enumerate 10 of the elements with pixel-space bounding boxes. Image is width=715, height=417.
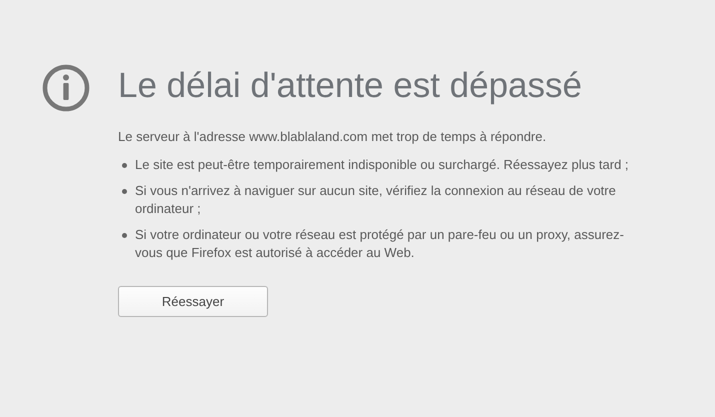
bullet-icon (122, 163, 127, 168)
suggestion-text: Le site est peut-être temporairement indisponible ou surchargé. Réessayez plus tard ; (135, 156, 630, 174)
retry-button[interactable]: Réessayer (118, 286, 268, 317)
info-icon (42, 64, 90, 112)
bullet-icon (122, 189, 127, 194)
bullet-icon (122, 233, 127, 238)
suggestion-text: Si vous n'arrivez à naviguer sur aucun site, vérifiez la connexion au réseau de votre ordinateur ; (135, 182, 617, 218)
error-title: Le délai d'attente est dépassé (118, 65, 583, 107)
suggestion-text: Si votre ordinateur ou votre réseau est protégé par un pare-feu ou un proxy, assurez-vous que Firefox est autorisé à accéder au Web. (135, 226, 625, 262)
error-message: Le serveur à l'adresse www.blablaland.com met trop de temps à répondre. (118, 128, 548, 146)
